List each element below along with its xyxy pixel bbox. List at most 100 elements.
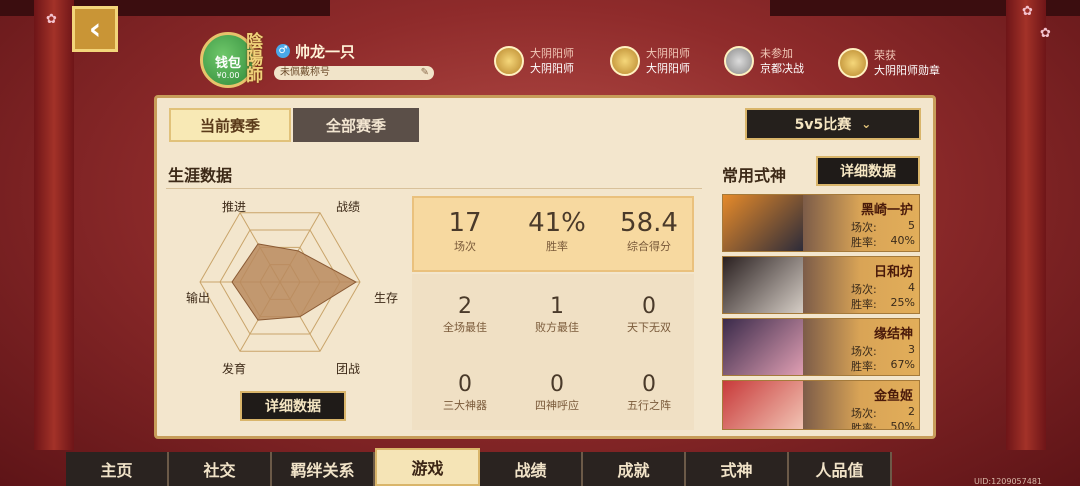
stat-svp: 1 败方最佳 (512, 294, 602, 335)
winrate-value: 25% (890, 296, 915, 309)
radar-area (231, 243, 357, 321)
gray-medal-icon (724, 46, 754, 76)
radar-label-teamfight: 团战 (336, 362, 361, 376)
tab-all-seasons[interactable]: 全部赛季 (293, 108, 419, 142)
shikigami-detail-button[interactable]: 详细数据 (816, 156, 920, 186)
divider (166, 188, 702, 189)
career-detail-button[interactable]: 详细数据 (240, 391, 346, 421)
rank-value: 大阴阳师 (646, 62, 690, 75)
shikigami-title: 常用式神 (722, 166, 787, 185)
shikigami-card[interactable]: 金鱼姬 场次: 2 胜率: 50% (722, 380, 920, 430)
chevron-left-icon: ‹ (88, 11, 102, 47)
winrate-value: 40% (890, 234, 915, 247)
matches-value: 3 (908, 343, 915, 356)
rank-value: 大阴阳师勋章 (874, 64, 940, 77)
stat-five-elements: 0 五行之阵 (604, 372, 694, 413)
stat-value: 0 (458, 372, 472, 397)
pillar-right (1006, 0, 1046, 450)
chevron-down-icon: ⌄ (861, 117, 872, 131)
radar-label-develop: 发育 (222, 362, 247, 376)
stat-label: 四神呼应 (535, 399, 579, 412)
matches-label: 场次: (851, 345, 877, 358)
back-button[interactable]: ‹ (72, 6, 118, 52)
sakura-icon: ✿ (1022, 4, 1033, 19)
radar-label-record: 战绩 (336, 200, 361, 214)
stat-matches: 17 场次 (420, 208, 510, 254)
stat-label: 三大神器 (443, 399, 487, 412)
nav-achievements[interactable]: 成就 (583, 452, 686, 486)
stat-label: 场次 (454, 240, 476, 253)
shikigami-portrait (723, 257, 803, 313)
nav-home[interactable]: 主页 (66, 452, 169, 486)
shikigami-portrait (723, 195, 803, 251)
nav-karma[interactable]: 人品值 (789, 452, 892, 486)
radar-chart (199, 212, 361, 352)
male-gender-icon: ♂ (276, 44, 290, 58)
sakura-icon: ✿ (1040, 26, 1051, 41)
shikigami-card[interactable]: 缘结神 场次: 3 胜率: 67% (722, 318, 920, 376)
matches-label: 场次: (851, 283, 877, 296)
stat-winrate: 41% 胜率 (512, 208, 602, 254)
title-placeholder: 未佩戴称号 (280, 67, 330, 78)
stat-label: 天下无双 (627, 321, 671, 334)
rank-badge-2[interactable]: 大阴阳师 大阴阳师 (610, 46, 690, 76)
rank-badge-1[interactable]: 大阴阳师 大阴阳师 (494, 46, 574, 76)
career-data-title: 生涯数据 (168, 166, 233, 185)
radar-label-damage: 输出 (186, 291, 211, 305)
stat-mvp: 2 全场最佳 (420, 294, 510, 335)
stat-label: 败方最佳 (535, 321, 579, 334)
stat-value: 0 (642, 372, 656, 397)
winrate-label: 胜率: (851, 360, 877, 373)
matches-value: 2 (908, 405, 915, 418)
matches-value: 4 (908, 281, 915, 294)
mode-value: 5v5比赛 (794, 117, 852, 133)
shikigami-card[interactable]: 日和坊 场次: 4 胜率: 25% (722, 256, 920, 314)
shikigami-portrait (723, 381, 803, 429)
stat-value: 2 (458, 294, 472, 319)
shikigami-name: 黑崎一护 (860, 203, 913, 218)
winrate-value: 67% (890, 358, 915, 371)
gold-medal-icon (610, 46, 640, 76)
stat-value: 58.4 (620, 208, 678, 238)
edit-pencil-icon[interactable]: ✎ (421, 66, 429, 80)
shikigami-name: 缘结神 (873, 327, 913, 342)
stat-label: 全场最佳 (443, 321, 487, 334)
rank-caption: 未参加 (760, 47, 793, 60)
nav-game[interactable]: 游戏 (375, 448, 480, 486)
winrate-label: 胜率: (851, 422, 877, 430)
bottom-nav: 主页 社交 羁绊关系 游戏 战绩 成就 式神 人品值 (66, 448, 892, 486)
matches-label: 场次: (851, 407, 877, 420)
nav-shikigami[interactable]: 式神 (686, 452, 789, 486)
nav-social[interactable]: 社交 (169, 452, 272, 486)
rank-badge-3[interactable]: 未参加 京都决战 (724, 46, 804, 76)
stat-score: 58.4 综合得分 (604, 208, 694, 254)
shikigami-card[interactable]: 黑崎一护 场次: 5 胜率: 40% (722, 194, 920, 252)
matches-label: 场次: (851, 221, 877, 234)
pillar-left (34, 0, 74, 450)
gold-medal-icon (838, 48, 868, 78)
player-name: 帅龙一只 (295, 43, 356, 61)
stat-value: 17 (448, 208, 482, 238)
nav-record[interactable]: 战绩 (480, 452, 583, 486)
winrate-value: 50% (890, 420, 915, 430)
gold-medal-icon (494, 46, 524, 76)
winrate-label: 胜率: (851, 298, 877, 311)
stat-value: 0 (550, 372, 564, 397)
rank-badge-4[interactable]: 荣获 大阴阳师勋章 (838, 48, 944, 78)
stat-label: 综合得分 (627, 240, 671, 253)
rank-caption: 大阴阳师 (646, 47, 690, 60)
matches-value: 5 (908, 219, 915, 232)
sakura-icon: ✿ (46, 12, 57, 27)
nav-bonds[interactable]: 羁绊关系 (272, 452, 375, 486)
mode-dropdown[interactable]: 5v5比赛 ⌄ (745, 108, 921, 140)
stat-artifacts: 0 三大神器 (420, 372, 510, 413)
stat-value: 1 (550, 294, 564, 319)
winrate-label: 胜率: (851, 236, 877, 249)
rank-caption: 荣获 (874, 49, 896, 62)
tab-current-season[interactable]: 当前赛季 (169, 108, 291, 142)
stat-value: 41% (528, 208, 586, 238)
stat-unrivaled: 0 天下无双 (604, 294, 694, 335)
rank-value: 大阴阳师 (530, 62, 574, 75)
title-field[interactable]: 未佩戴称号 ✎ (274, 66, 434, 80)
stat-label: 五行之阵 (627, 399, 671, 412)
